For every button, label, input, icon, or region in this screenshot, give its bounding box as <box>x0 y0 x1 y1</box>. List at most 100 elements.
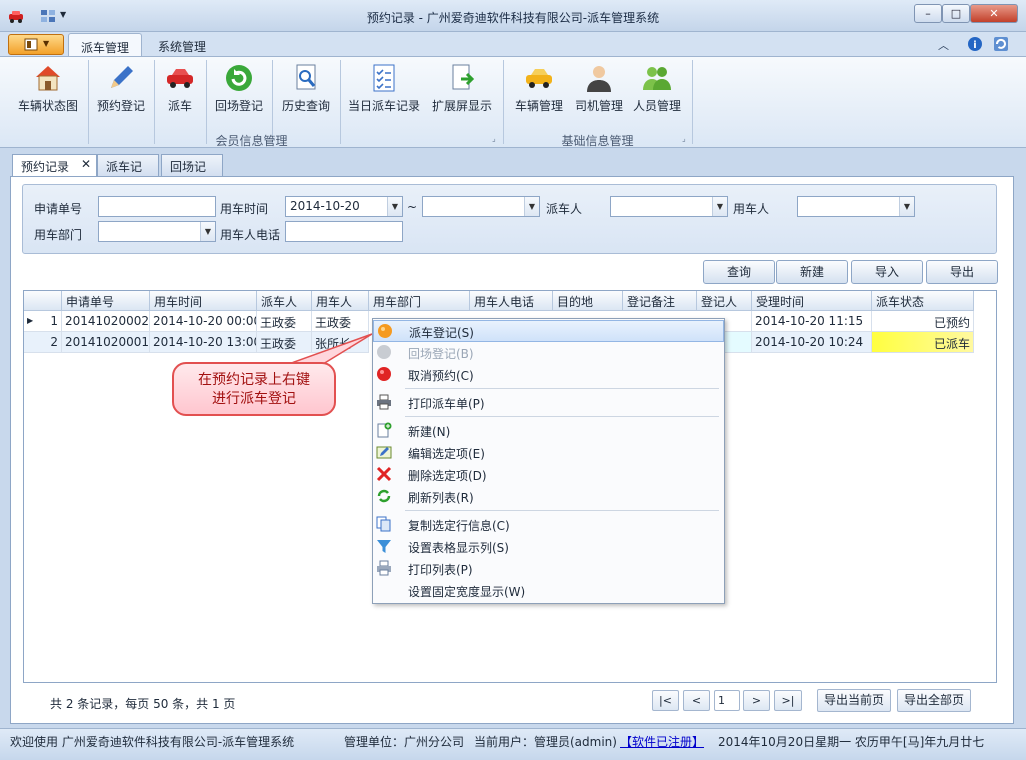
extended-display-button[interactable]: 扩展屏显示 <box>430 60 494 118</box>
chevron-down-icon[interactable]: ▼ <box>524 197 539 216</box>
chevron-down-icon[interactable]: ▼ <box>200 222 215 241</box>
date-from-picker[interactable]: 2014-10-20 ▼ <box>285 196 403 217</box>
callout-line: 在预约记录上右键 <box>198 372 310 388</box>
menu-item-label: 打印列表(P) <box>408 563 473 577</box>
department-label: 用车部门 <box>34 228 83 242</box>
pencil-icon <box>111 66 133 88</box>
last-page-button[interactable]: >| <box>774 690 802 711</box>
refresh-icon <box>377 489 391 503</box>
help-icon[interactable]: i <box>967 36 983 52</box>
vehicle-status-button[interactable]: 车辆状态图 <box>14 60 82 118</box>
page-number-input[interactable]: 1 <box>714 690 740 711</box>
column-header[interactable]: 用车人 <box>312 291 369 311</box>
next-page-button[interactable]: > <box>743 690 770 711</box>
history-query-button[interactable]: 历史查询 <box>278 60 334 118</box>
user-select[interactable]: ▼ <box>797 196 915 217</box>
booking-register-button[interactable]: 预约登记 <box>94 60 148 118</box>
collapse-ribbon-icon[interactable]: ︿ <box>938 37 949 53</box>
close-button[interactable]: ✕ <box>970 4 1018 23</box>
delete-icon <box>376 466 392 482</box>
users-icon <box>643 67 671 90</box>
cell-request-no[interactable]: 20141020001 <box>62 332 150 353</box>
menu-item-new[interactable]: 新建(N) <box>373 420 724 442</box>
department-select[interactable]: ▼ <box>98 221 216 242</box>
tab-dispatch-management[interactable]: 派车管理 <box>68 33 143 56</box>
request-no-input[interactable] <box>98 196 216 217</box>
minimize-button[interactable]: – <box>914 4 942 23</box>
column-header[interactable]: 目的地 <box>553 291 623 311</box>
today-dispatch-records-label: 当日派车记录 <box>347 99 420 113</box>
printer-icon <box>377 394 391 410</box>
personnel-management-button[interactable]: 人员管理 <box>630 60 684 118</box>
vehicle-management-button[interactable]: 车辆管理 <box>512 60 566 118</box>
cell-status[interactable]: 已派车 <box>872 332 974 353</box>
dispatcher-label: 派车人 <box>546 202 583 216</box>
import-button[interactable]: 导入 <box>851 260 923 284</box>
cell-use-time[interactable]: 2014-10-20 13:00 <box>150 332 257 353</box>
return-register-button[interactable]: 回场登记 <box>212 60 266 118</box>
extended-display-label: 扩展屏显示 <box>431 99 492 113</box>
column-header[interactable]: 申请单号 <box>62 291 150 311</box>
callout-line: 进行派车登记 <box>212 391 296 407</box>
status-datetime: 2014年10月20日星期一 农历甲午[马]年九月廿七 <box>718 735 985 749</box>
today-dispatch-records-button[interactable]: 当日派车记录 <box>346 60 422 118</box>
close-tab-icon[interactable]: ✕ <box>81 157 91 171</box>
menu-item-dispatch-register[interactable]: 派车登记(S) <box>373 320 724 342</box>
status-registered-link[interactable]: 【软件已注册】 <box>620 733 704 750</box>
date-to-picker[interactable]: ▼ <box>422 196 540 217</box>
cell-registrar[interactable] <box>724 332 752 353</box>
group-launcher-icon[interactable]: ⌟ <box>682 134 686 143</box>
menu-item-cancel-booking[interactable]: 取消预约(C) <box>373 364 724 386</box>
tab-dispatch-records[interactable]: 派车记录 <box>97 154 159 191</box>
maximize-button[interactable]: □ <box>942 4 970 23</box>
tab-return-records[interactable]: 回场记录 <box>161 154 223 191</box>
cell-request-no[interactable]: 20141020002 <box>62 311 150 332</box>
cell-accept-time[interactable]: 2014-10-20 11:15 <box>752 311 872 332</box>
dispatcher-select[interactable]: ▼ <box>610 196 728 217</box>
menu-item-fixed-width[interactable]: 设置固定宽度显示(W) <box>373 580 724 602</box>
chevron-down-icon[interactable]: ▼ <box>712 197 727 216</box>
menu-item-print-dispatch[interactable]: 打印派车单(P) <box>373 392 724 414</box>
chevron-down-icon[interactable]: ▼ <box>899 197 914 216</box>
chevron-down-icon: ▼ <box>43 39 50 48</box>
refresh-window-icon[interactable] <box>993 36 1009 52</box>
table-row[interactable]: ▶ 1 <box>24 311 62 332</box>
chevron-down-icon[interactable]: ▼ <box>387 197 402 216</box>
menu-item-label: 设置固定宽度显示(W) <box>408 585 526 599</box>
export-all-pages-button[interactable]: 导出全部页 <box>897 689 971 712</box>
column-header[interactable]: 登记人 <box>697 291 752 311</box>
cell-use-time[interactable]: 2014-10-20 00:00 <box>150 311 257 332</box>
export-document-icon <box>452 64 475 90</box>
column-header[interactable]: 用车人电话 <box>470 291 553 311</box>
column-header[interactable]: 派车人 <box>257 291 312 311</box>
column-header[interactable]: 派车状态 <box>872 291 974 311</box>
table-row[interactable]: 2 <box>24 332 62 353</box>
column-header[interactable]: 用车时间 <box>150 291 257 311</box>
menu-item-edit-selected[interactable]: 编辑选定项(E) <box>373 442 724 464</box>
request-no-label: 申请单号 <box>34 202 83 216</box>
export-button[interactable]: 导出 <box>926 260 998 284</box>
menu-item-set-columns[interactable]: 设置表格显示列(S) <box>373 536 724 558</box>
menu-item-refresh-list[interactable]: 刷新列表(R) <box>373 486 724 508</box>
column-header[interactable]: 用车部门 <box>369 291 470 311</box>
query-button[interactable]: 查询 <box>703 260 775 284</box>
column-header[interactable]: 受理时间 <box>752 291 872 311</box>
app-menu-button[interactable]: ▼ <box>8 34 64 55</box>
export-current-page-button[interactable]: 导出当前页 <box>817 689 891 712</box>
prev-page-button[interactable]: < <box>683 690 710 711</box>
column-header[interactable]: 登记备注 <box>623 291 697 311</box>
phone-input[interactable] <box>285 221 403 242</box>
menu-item-delete-selected[interactable]: 删除选定项(D) <box>373 464 724 486</box>
cell-accept-time[interactable]: 2014-10-20 10:24 <box>752 332 872 353</box>
menu-item-copy-row[interactable]: 复制选定行信息(C) <box>373 514 724 536</box>
menu-item-print-list[interactable]: 打印列表(P) <box>373 558 724 580</box>
tab-booking-records[interactable]: 预约记录 ✕ <box>12 154 97 177</box>
cell-status[interactable]: 已预约 <box>872 311 974 332</box>
dispatch-button[interactable]: 派车 <box>160 60 200 118</box>
tab-system-management[interactable]: 系统管理 <box>146 33 218 56</box>
driver-management-button[interactable]: 司机管理 <box>572 60 626 118</box>
cell-registrar[interactable] <box>724 311 752 332</box>
create-button[interactable]: 新建 <box>776 260 848 284</box>
first-page-button[interactable]: |< <box>652 690 679 711</box>
group-launcher-icon[interactable]: ⌟ <box>492 134 496 143</box>
